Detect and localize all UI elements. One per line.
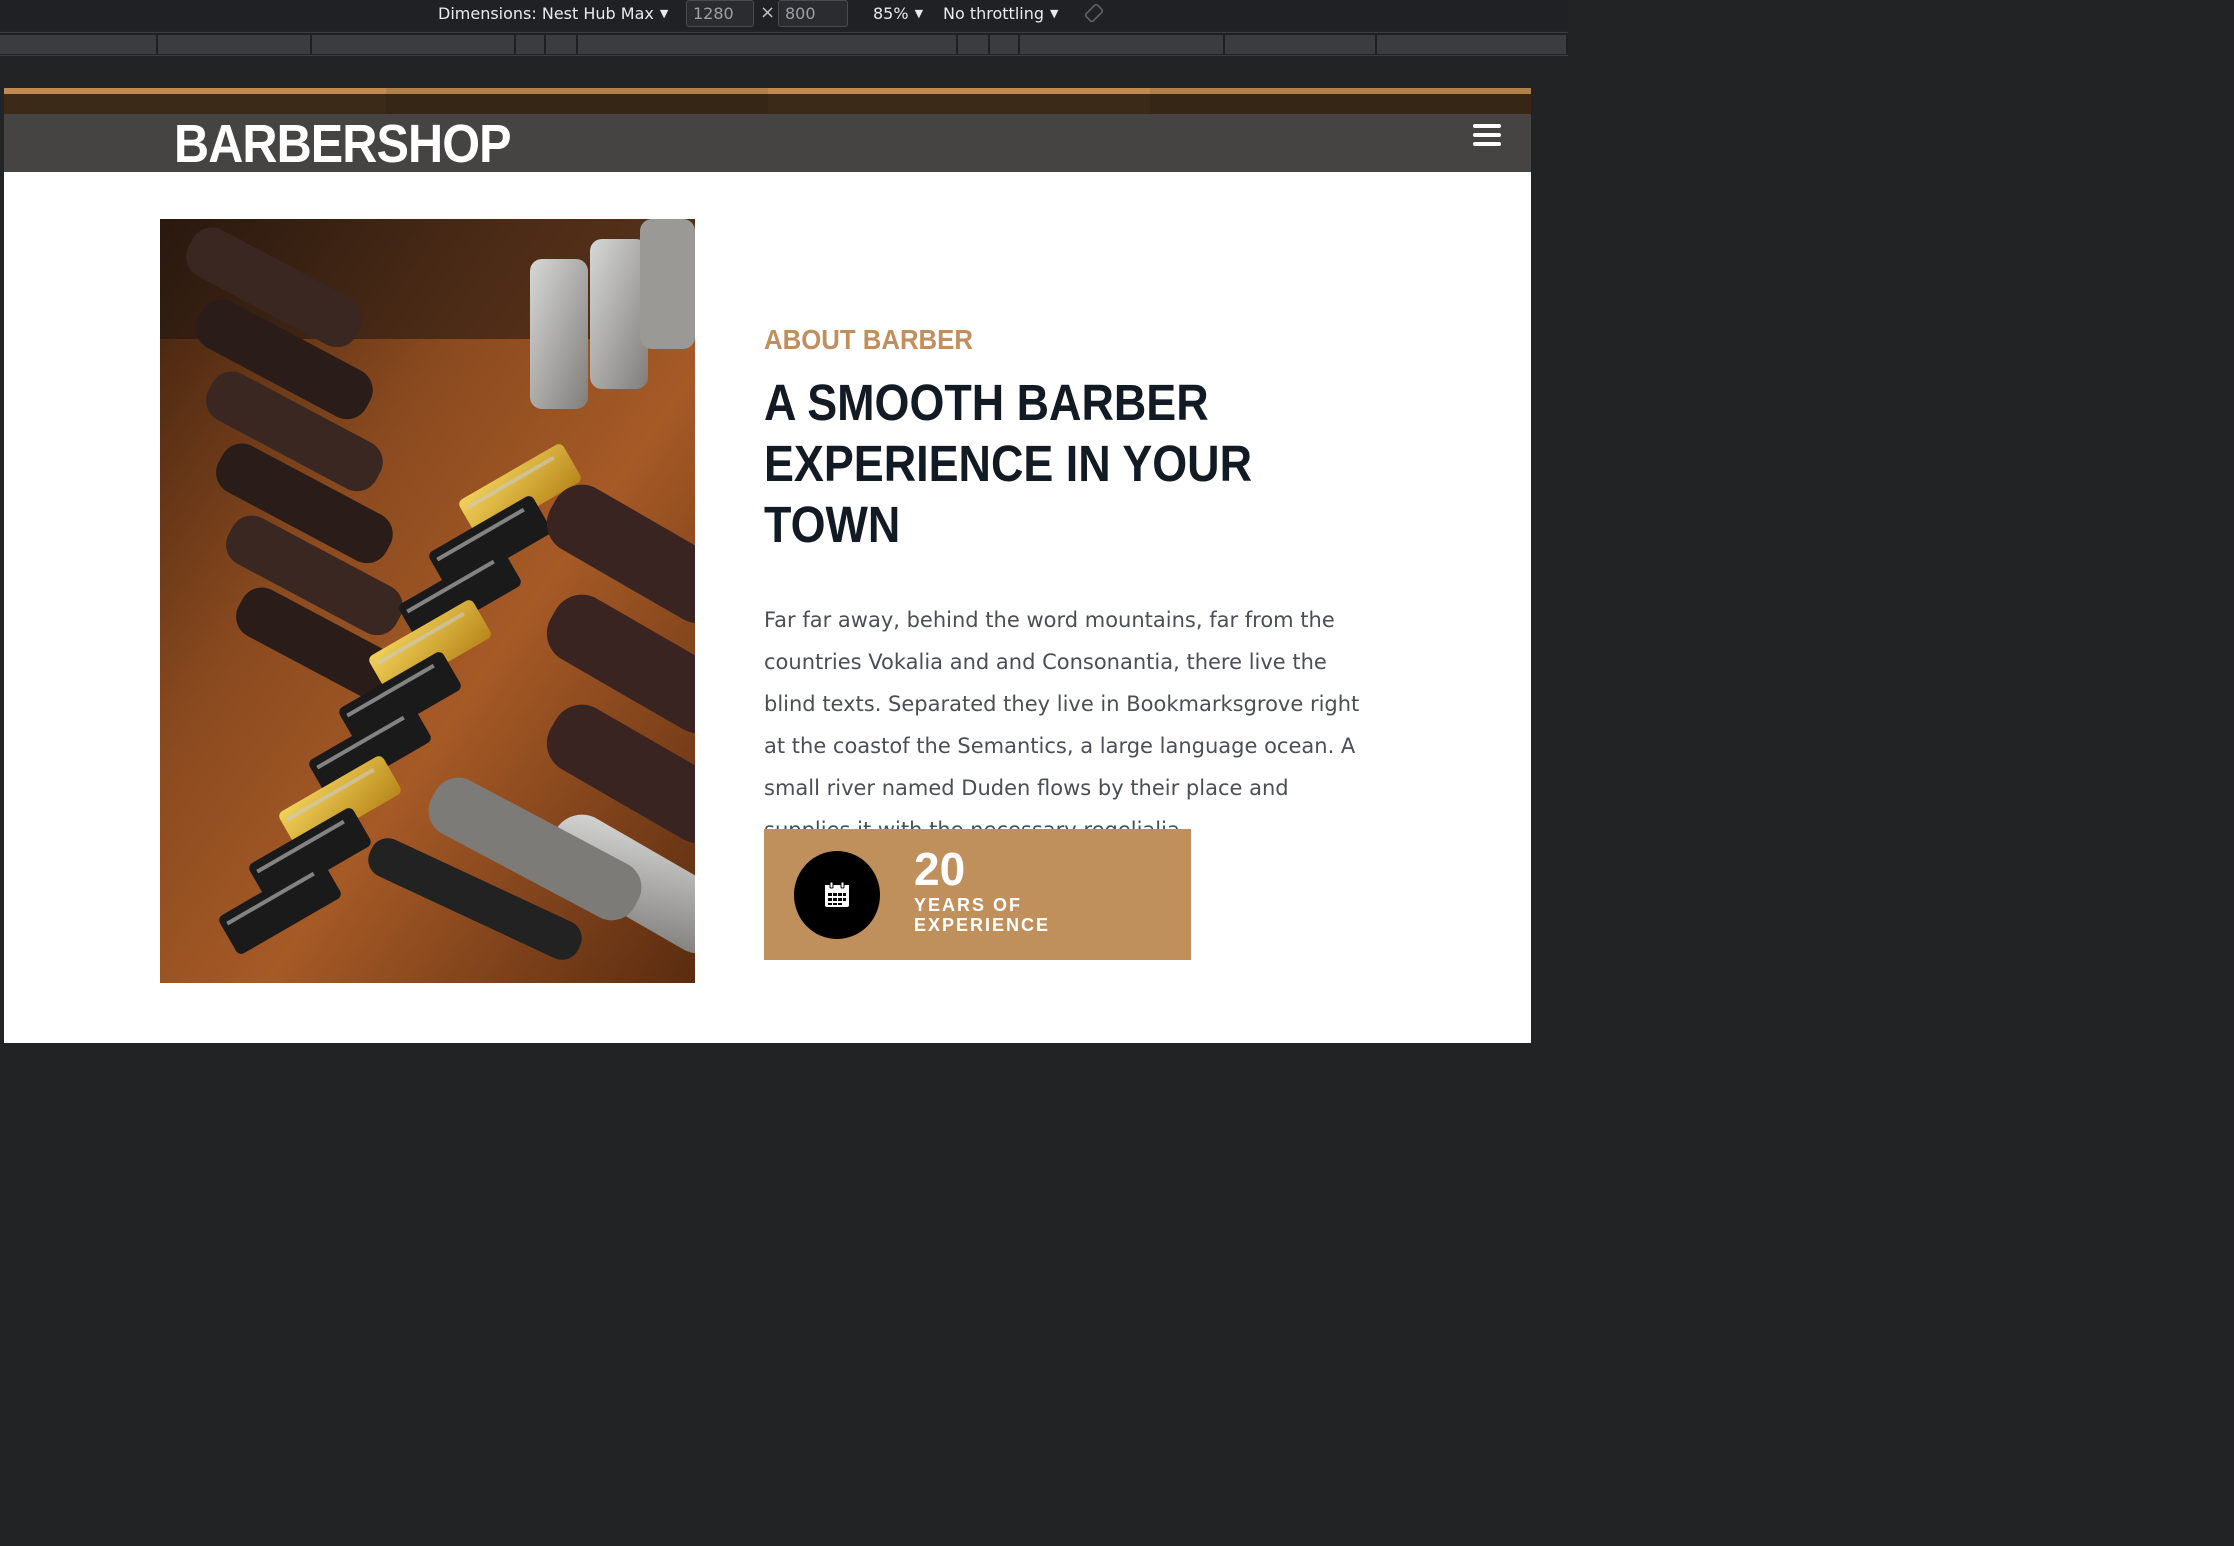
devtools-device-toolbar: Dimensions: Nest Hub Max ▼ × 85% ▼ No th… [0, 0, 1568, 30]
experience-number: 20 [914, 843, 966, 895]
emulated-viewport: BARBERSHOP ABOUT BARBER A SMOOTH BARBER … [4, 88, 1531, 1043]
about-paragraph: Far far away, behind the word mountains,… [764, 608, 1360, 842]
media-query-ruler[interactable] [0, 32, 1568, 56]
experience-counter: 20 YEARS OF EXPERIENCE [764, 829, 1191, 960]
chevron-down-icon: ▼ [659, 7, 669, 20]
section-subheading: ABOUT BARBER [764, 324, 973, 355]
times-symbol: × [760, 2, 776, 23]
width-input[interactable] [686, 0, 754, 27]
barber-clippers-photo [160, 219, 695, 983]
chevron-down-icon: ▼ [914, 7, 924, 20]
experience-icon-circle [794, 851, 880, 939]
calendar-icon [825, 881, 849, 907]
dimensions-dropdown[interactable]: Dimensions: Nest Hub Max ▼ [438, 4, 668, 23]
experience-label: YEARS OF EXPERIENCE [914, 895, 1051, 935]
brand-logo[interactable]: BARBERSHOP [174, 106, 512, 182]
about-content: ABOUT BARBER A SMOOTH BARBER EXPERIENCE … [764, 318, 1384, 851]
zoom-label: 85% [873, 4, 909, 23]
navbar: BARBERSHOP [4, 114, 1531, 174]
throttling-label: No throttling [943, 4, 1045, 23]
dimensions-label: Dimensions: Nest Hub Max [438, 4, 654, 23]
rotate-icon[interactable] [1084, 3, 1104, 23]
section-heading: A SMOOTH BARBER EXPERIENCE IN YOUR TOWN [764, 374, 1252, 553]
chevron-down-icon: ▼ [1050, 7, 1059, 20]
throttling-dropdown[interactable]: No throttling ▼ [943, 4, 1058, 23]
hamburger-menu-icon[interactable] [1473, 124, 1501, 148]
height-input[interactable] [778, 0, 848, 27]
zoom-dropdown[interactable]: 85% ▼ [873, 4, 923, 23]
